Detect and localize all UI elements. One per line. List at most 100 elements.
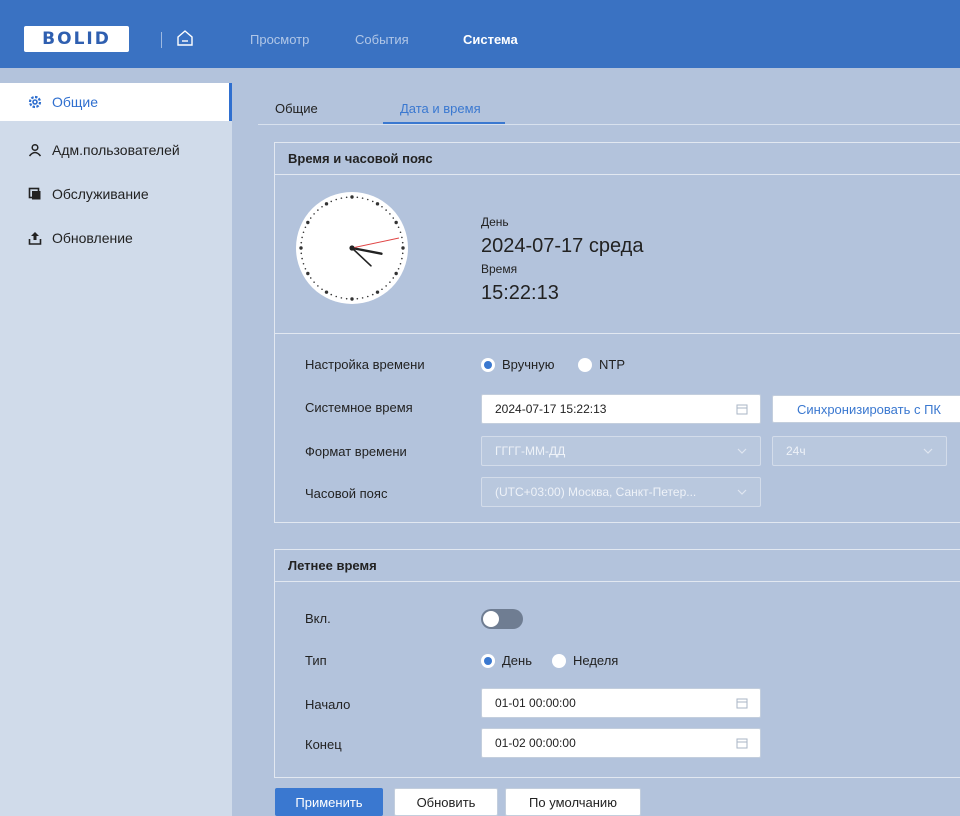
clock-tick — [330, 200, 333, 203]
sidebar-item-label: Обслуживание — [52, 186, 149, 202]
clock-tick — [397, 267, 400, 270]
default-button[interactable]: По умолчанию — [505, 788, 641, 816]
sidebar-item-maintenance[interactable]: Обслуживание — [0, 175, 232, 213]
analog-clock — [296, 192, 408, 304]
panel-title: Время и часовой пояс — [275, 143, 960, 175]
top-divider — [161, 32, 162, 48]
radio-type-week[interactable]: Неделя — [552, 653, 618, 668]
timezone-label: Часовой пояс — [305, 486, 388, 501]
timezone-value: (UTC+03:00) Москва, Санкт-Петер... — [495, 485, 697, 499]
chevron-down-icon — [737, 448, 747, 454]
panel-title: Летнее время — [275, 550, 960, 582]
clock-tick — [321, 205, 323, 208]
calendar-icon[interactable] — [736, 697, 748, 709]
clock-tick — [356, 196, 359, 199]
system-time-value: 2024-07-17 15:22:13 — [495, 402, 607, 416]
radio-day-dot[interactable] — [481, 653, 495, 668]
clock-tick — [385, 209, 387, 211]
system-time-label: Системное время — [305, 400, 413, 415]
clock-tick — [324, 290, 329, 294]
date-format-select[interactable]: ГГГГ-ММ-ДД — [481, 436, 761, 466]
radio-ntp-dot[interactable] — [578, 357, 592, 372]
tab-general[interactable]: Общие — [275, 101, 318, 116]
chevron-down-icon — [923, 448, 933, 454]
upload-icon — [28, 232, 42, 245]
clock-tick — [302, 262, 305, 265]
clock-tick — [401, 236, 403, 239]
clock-tick — [371, 293, 374, 296]
sidebar-item-users[interactable]: Адм.пользователей — [0, 131, 232, 169]
day-label: День — [481, 215, 509, 229]
apply-button[interactable]: Применить — [275, 788, 383, 816]
clock-tick — [309, 277, 312, 279]
calendar-icon[interactable] — [736, 737, 748, 749]
refresh-button[interactable]: Обновить — [394, 788, 498, 816]
clock-tick — [389, 281, 391, 283]
sidebar: Общие Адм.пользователей Обслуживание Обн… — [0, 83, 232, 816]
time-setting-label: Настройка времени — [305, 357, 425, 372]
calendar-icon[interactable] — [736, 403, 748, 415]
sidebar-item-label: Адм.пользователей — [52, 142, 180, 158]
clock-tick — [392, 217, 395, 219]
current-date: 2024-07-17 среда — [481, 235, 644, 257]
system-time-input[interactable]: 2024-07-17 15:22:13 — [481, 394, 761, 424]
home-icon[interactable] — [174, 27, 196, 49]
clock-tick — [392, 277, 395, 279]
clock-tick — [345, 196, 348, 199]
nav-system[interactable]: Система — [463, 32, 518, 47]
clock-tick — [313, 281, 315, 283]
nav-view[interactable]: Просмотр — [250, 32, 309, 47]
brand-logo-text: BOLID — [42, 29, 111, 49]
radio-day-label: День — [502, 653, 532, 668]
sidebar-item-general[interactable]: Общие — [0, 83, 232, 121]
sidebar-item-update[interactable]: Обновление — [0, 219, 232, 257]
clock-tick — [301, 257, 303, 260]
radio-manual-dot[interactable] — [481, 357, 495, 372]
radio-week-label: Неделя — [573, 653, 619, 668]
clock-tick — [306, 271, 310, 276]
dst-start-label: Начало — [305, 697, 351, 712]
clock-tick — [401, 246, 405, 250]
tab-divider — [258, 124, 960, 125]
chevron-down-icon — [737, 489, 747, 495]
dst-end-input[interactable]: 01-02 00:00:00 — [481, 728, 761, 758]
dst-start-input[interactable]: 01-01 00:00:00 — [481, 688, 761, 718]
sidebar-item-label: Обновление — [52, 230, 133, 246]
clock-tick — [300, 252, 303, 255]
clock-tick — [321, 288, 323, 291]
clock-tick — [371, 200, 374, 203]
dst-end-value: 01-02 00:00:00 — [495, 736, 576, 750]
radio-ntp[interactable]: NTP — [578, 357, 625, 372]
clock-tick — [381, 288, 383, 291]
dst-end-label: Конец — [305, 737, 342, 752]
clock-tick — [389, 213, 391, 215]
clock-tick — [401, 252, 404, 255]
clock-tick — [345, 297, 348, 300]
brand-logo: BOLID — [24, 26, 129, 52]
clock-tick — [399, 262, 402, 265]
clock-tick — [317, 285, 319, 287]
radio-type-day[interactable]: День — [481, 653, 532, 668]
dst-enable-toggle[interactable] — [481, 609, 523, 629]
clock-tick — [366, 295, 369, 298]
hour-format-select[interactable]: 24ч — [772, 436, 947, 466]
sync-with-pc-button[interactable]: Синхронизировать с ПК — [772, 395, 960, 423]
clock-tick — [397, 226, 400, 229]
clock-tick — [394, 220, 398, 225]
timezone-select[interactable]: (UTC+03:00) Москва, Санкт-Петер... — [481, 477, 761, 507]
clock-tick — [366, 198, 369, 201]
dst-type-label: Тип — [305, 653, 327, 668]
radio-manual[interactable]: Вручную — [481, 357, 554, 372]
clock-tick — [340, 197, 343, 199]
copy-icon — [28, 187, 41, 200]
tab-active-indicator — [383, 122, 505, 124]
clock-tick — [335, 295, 338, 298]
clock-tick — [381, 205, 383, 208]
clock-tick — [304, 267, 307, 270]
nav-events[interactable]: События — [355, 32, 409, 47]
dst-start-value: 01-01 00:00:00 — [495, 696, 576, 710]
clock-tick — [394, 271, 398, 276]
clock-tick — [401, 257, 403, 260]
radio-week-dot[interactable] — [552, 653, 566, 668]
tab-date-time[interactable]: Дата и время — [400, 101, 481, 116]
